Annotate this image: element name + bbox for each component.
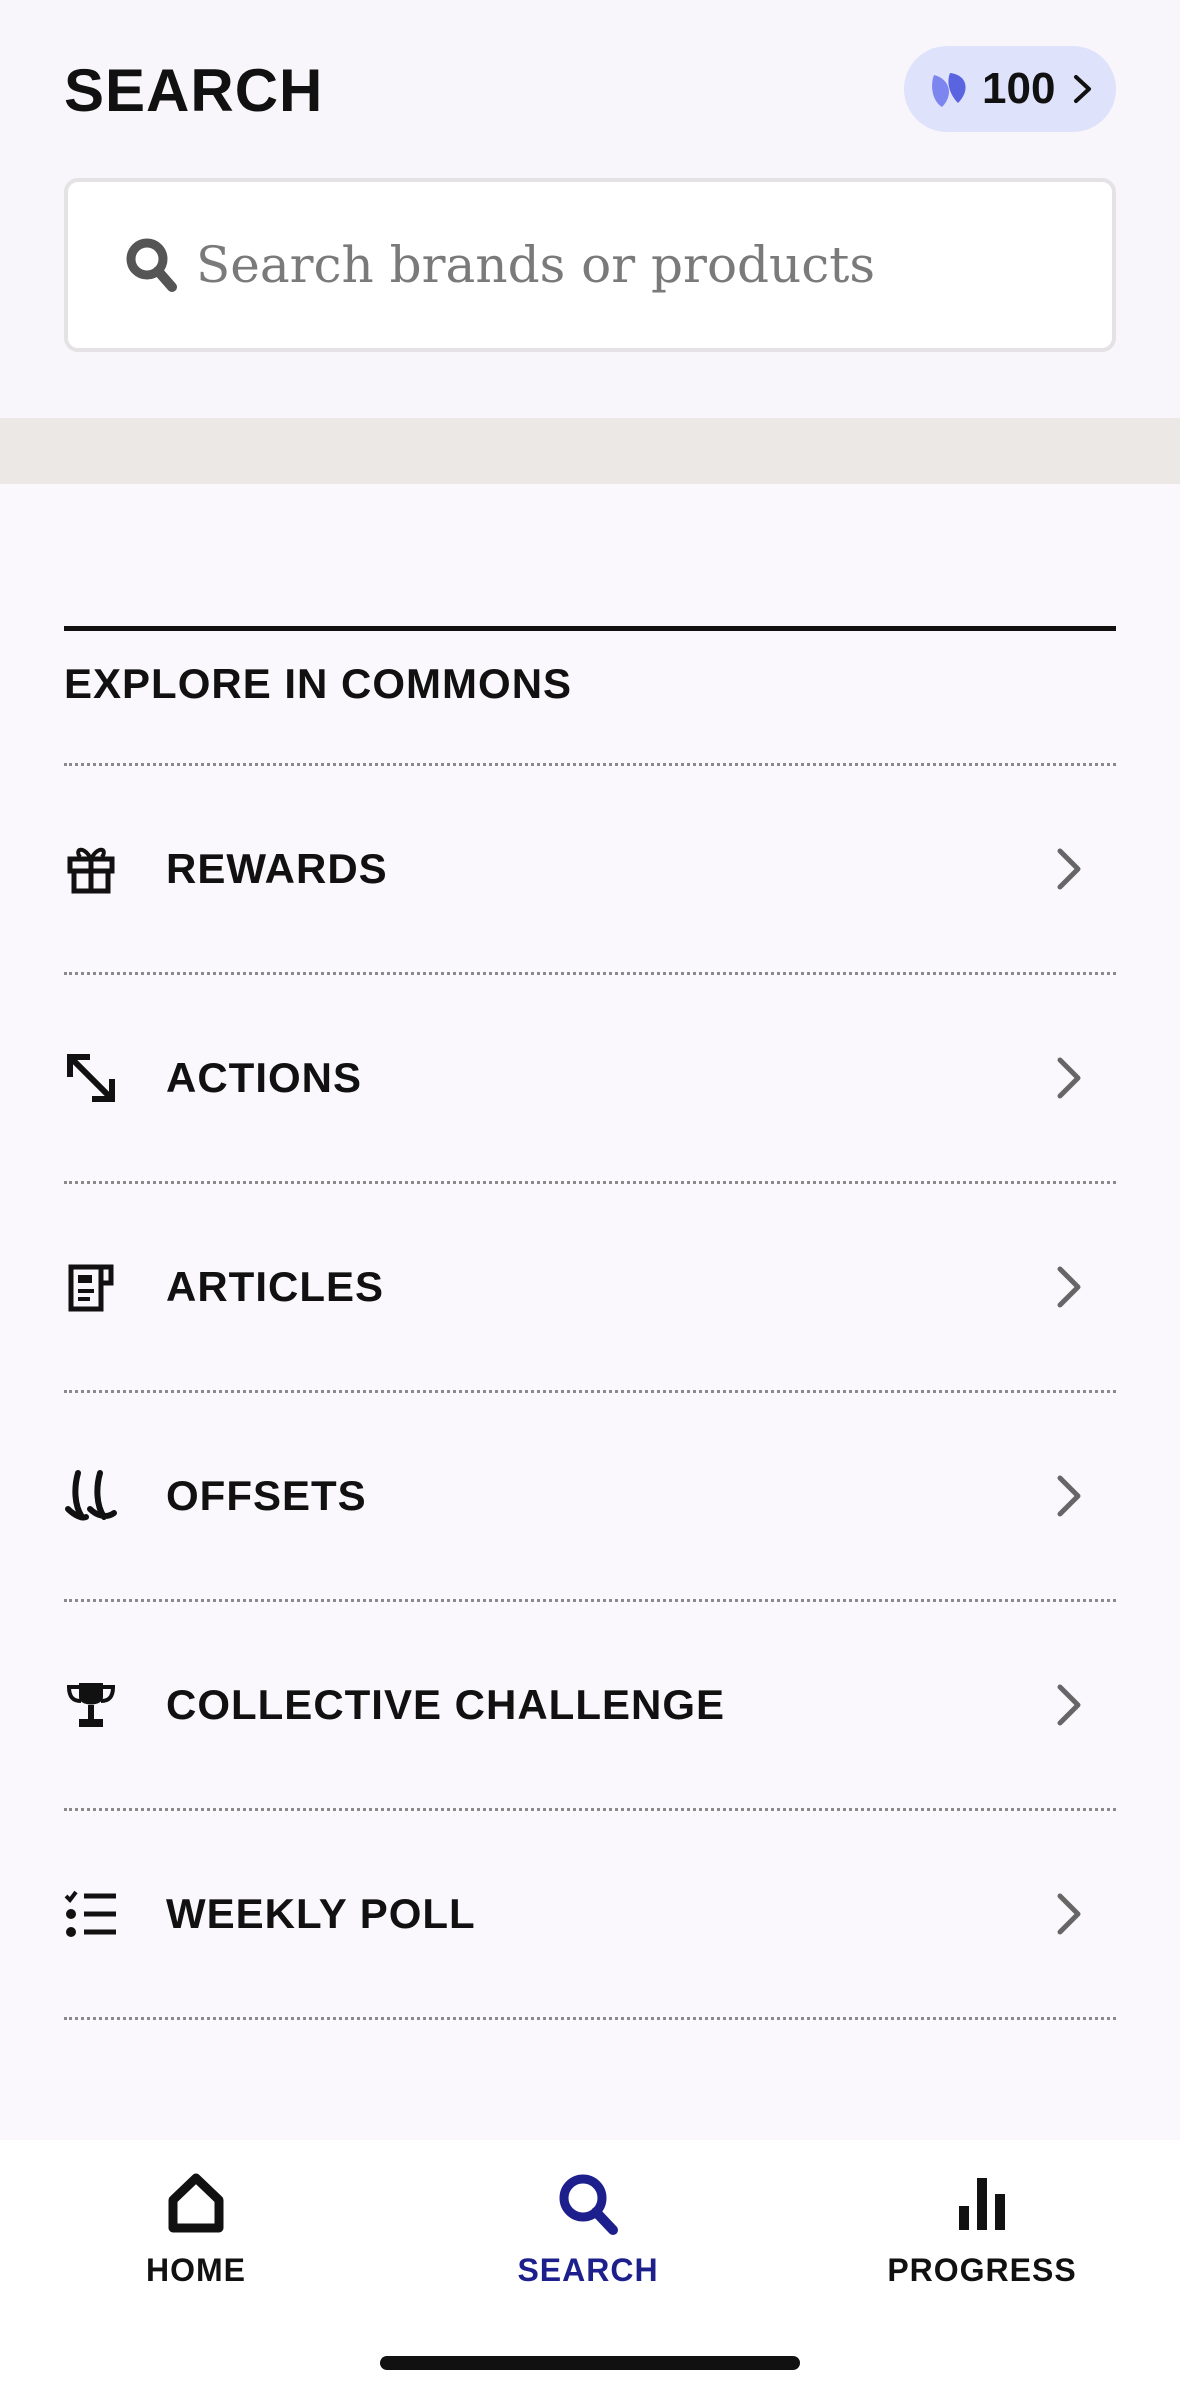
explore-item-weekly-poll[interactable]: WEEKLY POLL (64, 1808, 1116, 2017)
home-indicator[interactable] (380, 2356, 800, 2370)
checklist-icon (64, 1887, 118, 1941)
explore-item-label: WEEKLY POLL (166, 1890, 476, 1937)
tab-home[interactable]: HOME (46, 2170, 346, 2320)
home-icon (168, 2173, 224, 2233)
explore-item-collective-challenge[interactable]: COLLECTIVE CHALLENGE (64, 1599, 1116, 1808)
explore-item-label: ARTICLES (166, 1263, 384, 1310)
section-divider (64, 626, 1116, 631)
header: SEARCH 100 (0, 0, 1180, 418)
explore-item-articles[interactable]: ARTICLES (64, 1181, 1116, 1390)
points-value: 100 (982, 64, 1056, 113)
tab-label: SEARCH (517, 2252, 659, 2288)
section-title: EXPLORE IN COMMONS (64, 660, 573, 707)
list-divider (64, 2017, 1116, 2020)
chevron-right-icon (1057, 1893, 1081, 1935)
sprout-icon (64, 1469, 118, 1523)
chevron-right-icon (1057, 1684, 1081, 1726)
explore-item-label: COLLECTIVE CHALLENGE (166, 1681, 726, 1728)
chevron-right-icon (1057, 1266, 1081, 1308)
search-field[interactable] (64, 178, 1116, 352)
points-badge-button[interactable]: 100 (904, 46, 1116, 132)
trophy-icon (64, 1678, 118, 1732)
explore-item-actions[interactable]: ACTIONS (64, 972, 1116, 1181)
explore-item-rewards[interactable]: REWARDS (64, 763, 1116, 972)
arrow-diagonal-icon (64, 1051, 118, 1105)
search-icon (559, 2174, 618, 2235)
search-input[interactable] (196, 236, 1076, 294)
chevron-right-icon (1074, 75, 1092, 103)
chevron-right-icon (1057, 1475, 1081, 1517)
tab-progress[interactable]: PROGRESS (832, 2170, 1132, 2320)
tab-label: PROGRESS (887, 2252, 1077, 2288)
explore-item-offsets[interactable]: OFFSETS (64, 1390, 1116, 1599)
chevron-right-icon (1057, 848, 1081, 890)
gift-icon (64, 842, 118, 896)
article-icon (64, 1260, 118, 1314)
bar-chart-icon (959, 2178, 1005, 2230)
explore-list: REWARDS ACTIONS ARTICLES OFFSETS COLLECT… (64, 763, 1116, 2020)
divider-band (0, 418, 1180, 484)
tab-search[interactable]: SEARCH (438, 2170, 738, 2320)
tab-label: HOME (146, 2252, 246, 2288)
explore-item-label: OFFSETS (166, 1472, 367, 1519)
search-icon (126, 238, 177, 292)
chevron-right-icon (1057, 1057, 1081, 1099)
page-title: SEARCH (64, 57, 324, 124)
explore-item-label: ACTIONS (166, 1054, 362, 1101)
explore-item-label: REWARDS (166, 845, 388, 892)
leaf-icon (932, 73, 966, 107)
